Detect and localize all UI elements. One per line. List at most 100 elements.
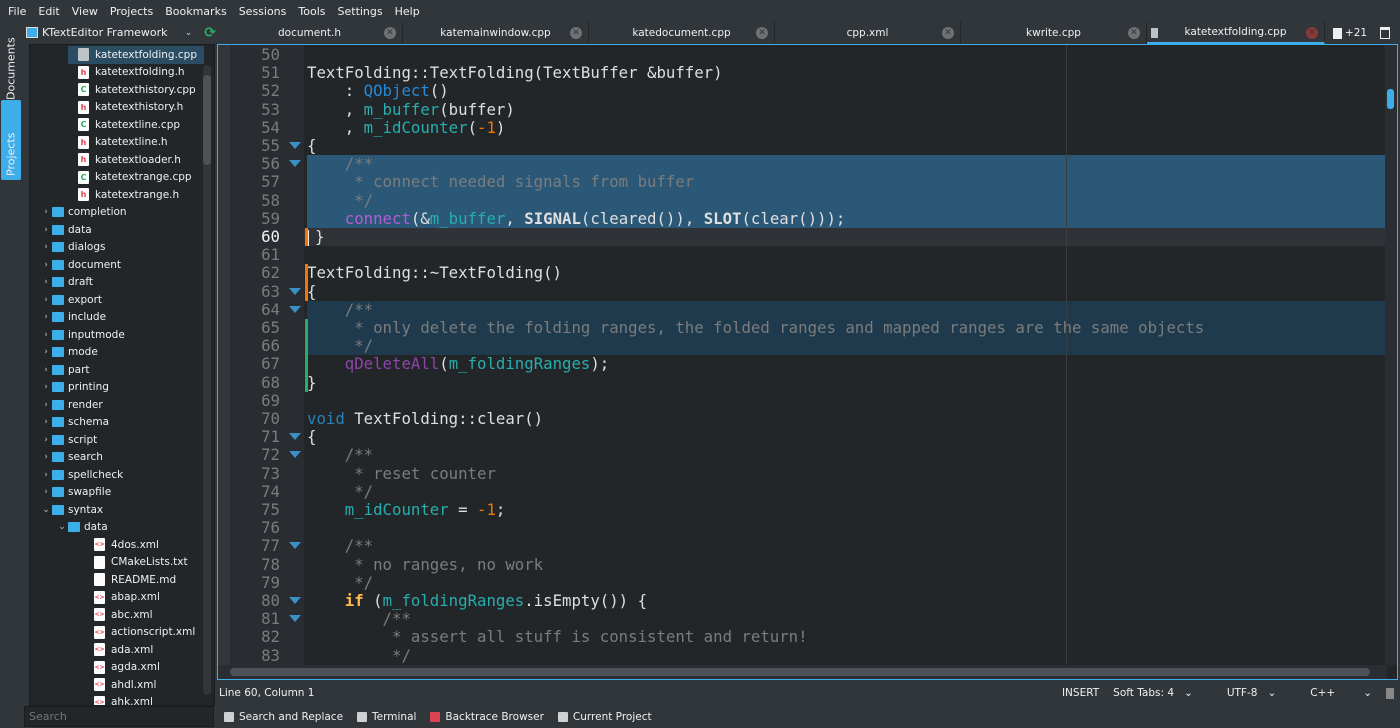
tree-file[interactable]: <> ahk.xml xyxy=(84,694,153,705)
tree-folder[interactable]: › mode xyxy=(40,344,98,362)
indent-selector[interactable]: Soft Tabs: 4 ⌄ xyxy=(1113,687,1193,699)
tab-cpp-xml[interactable]: cpp.xml ✕ xyxy=(775,22,961,44)
tree-folder[interactable]: › data xyxy=(40,221,91,239)
tree-file[interactable]: h katetexthistory.h xyxy=(68,99,183,117)
vertical-scrollbar-thumb[interactable] xyxy=(1387,89,1394,109)
fold-arrow-icon[interactable] xyxy=(289,615,301,623)
tree-file[interactable]: <> 4dos.xml xyxy=(84,536,159,554)
toolview-search-and-replace[interactable]: Search and Replace xyxy=(224,711,343,723)
tree-file[interactable]: h katetextloader.h xyxy=(68,151,181,169)
fold-arrow-icon[interactable] xyxy=(289,142,301,149)
chevron-right-icon[interactable]: › xyxy=(40,487,52,497)
tree-folder[interactable]: › render xyxy=(40,396,102,414)
tree-file[interactable]: <> agda.xml xyxy=(84,659,160,677)
tree-folder[interactable]: › completion xyxy=(40,204,126,222)
tree-folder[interactable]: › export xyxy=(40,291,102,309)
vertical-scrollbar[interactable] xyxy=(1385,45,1397,665)
chevron-right-icon[interactable]: › xyxy=(40,400,52,410)
chevron-down-icon[interactable]: ⌄ xyxy=(185,28,193,38)
tree-folder[interactable]: › swapfile xyxy=(40,484,111,502)
tree-folder[interactable]: › inputmode xyxy=(40,326,125,344)
menu-tools[interactable]: Tools xyxy=(292,5,331,18)
tree-file[interactable]: katetextfolding.cpp xyxy=(68,46,204,64)
chevron-right-icon[interactable]: › xyxy=(40,382,52,392)
tree-file[interactable]: <> ada.xml xyxy=(84,641,153,659)
fold-arrow-icon[interactable] xyxy=(289,433,301,441)
tree-file[interactable]: <> actionscript.xml xyxy=(84,624,195,642)
tree-scrollbar-thumb[interactable] xyxy=(203,75,211,165)
chevron-right-icon[interactable]: › xyxy=(40,365,52,375)
chevron-right-icon[interactable]: › xyxy=(40,452,52,462)
project-selector[interactable]: KTextEditor Framework ⌄ ⟳ xyxy=(22,22,216,43)
menu-settings[interactable]: Settings xyxy=(332,5,389,18)
chevron-right-icon[interactable]: › xyxy=(40,225,52,235)
chevron-right-icon[interactable]: › xyxy=(40,435,52,445)
refresh-icon[interactable]: ⟳ xyxy=(204,25,216,41)
tab-katedocument-cpp[interactable]: katedocument.cpp ✕ xyxy=(589,22,775,44)
menu-bookmarks[interactable]: Bookmarks xyxy=(159,5,232,18)
fold-arrow-icon[interactable] xyxy=(289,597,301,604)
toolview-current-project[interactable]: Current Project xyxy=(557,711,652,723)
tree-folder[interactable]: ⌄ data xyxy=(56,519,107,537)
tree-file[interactable]: Ckatetexthistory.cpp xyxy=(68,81,196,99)
menu-help[interactable]: Help xyxy=(389,5,426,18)
menu-edit[interactable]: Edit xyxy=(32,5,65,18)
menu-projects[interactable]: Projects xyxy=(104,5,159,18)
menu-sessions[interactable]: Sessions xyxy=(233,5,293,18)
tab-kwrite-cpp[interactable]: kwrite.cpp ✕ xyxy=(961,22,1147,44)
search-input[interactable] xyxy=(24,706,214,727)
fold-arrow-icon[interactable] xyxy=(289,305,301,313)
tree-file[interactable]: <> ahdl.xml xyxy=(84,676,156,694)
tree-folder[interactable]: › search xyxy=(40,449,103,467)
chevron-down-icon[interactable]: ⌄ xyxy=(40,505,52,515)
tree-file[interactable]: <> abc.xml xyxy=(84,606,153,624)
tree-file[interactable]: CMakeLists.txt xyxy=(84,554,188,572)
tree-file[interactable]: <> abap.xml xyxy=(84,589,160,607)
horizontal-scrollbar[interactable] xyxy=(218,665,1387,679)
tree-folder[interactable]: › part xyxy=(40,361,89,379)
toolview-backtrace-browser[interactable]: Backtrace Browser xyxy=(430,711,544,723)
tab-katemainwindow-cpp[interactable]: katemainwindow.cpp ✕ xyxy=(403,22,589,44)
close-icon[interactable]: ✕ xyxy=(384,27,396,39)
tree-file[interactable]: h katetextfolding.h xyxy=(68,64,185,82)
tree-folder[interactable]: › script xyxy=(40,431,97,449)
encoding-selector[interactable]: UTF-8 ⌄ xyxy=(1227,687,1276,699)
syntax-selector[interactable]: C++ ⌄ xyxy=(1310,687,1372,699)
tree-folder[interactable]: › include xyxy=(40,309,106,327)
chevron-right-icon[interactable]: › xyxy=(40,312,52,322)
tree-folder[interactable]: › printing xyxy=(40,379,109,397)
code-editor[interactable]: 50 51 52 53 54 55 56 57 58 59 60 61 62 63 64 65 66 67 68 69… xyxy=(217,44,1398,680)
fold-arrow-icon[interactable] xyxy=(289,451,301,459)
more-tabs-button[interactable]: +21 xyxy=(1325,22,1375,44)
tree-file[interactable]: Ckatetextrange.cpp xyxy=(68,169,192,187)
toolview-terminal[interactable]: Terminal xyxy=(357,711,416,723)
fold-arrow-icon[interactable] xyxy=(289,287,301,295)
tab-katetextfolding-cpp[interactable]: katetextfolding.cpp ✕ xyxy=(1147,22,1325,44)
tree-folder[interactable]: › schema xyxy=(40,414,109,432)
menu-view[interactable]: View xyxy=(66,5,104,18)
chevron-right-icon[interactable]: › xyxy=(40,347,52,357)
tree-folder[interactable]: › dialogs xyxy=(40,239,105,257)
chevron-right-icon[interactable]: › xyxy=(40,417,52,427)
fold-arrow-icon[interactable] xyxy=(289,160,301,168)
tree-file[interactable]: h katetextrange.h xyxy=(68,186,179,204)
horizontal-scrollbar-thumb[interactable] xyxy=(230,668,1370,676)
close-icon[interactable]: ✕ xyxy=(942,27,954,39)
chevron-right-icon[interactable]: › xyxy=(40,470,52,480)
close-icon[interactable]: ✕ xyxy=(756,27,768,39)
tab-projects[interactable]: Projects xyxy=(1,100,21,180)
tree-file[interactable]: README.md xyxy=(84,571,176,589)
chevron-right-icon[interactable]: › xyxy=(40,277,52,287)
input-mode[interactable]: INSERT xyxy=(1062,687,1099,699)
chevron-down-icon[interactable]: ⌄ xyxy=(56,522,68,532)
tab-documents[interactable]: Documents xyxy=(1,26,21,104)
tab-document-h[interactable]: document.h ✕ xyxy=(217,22,403,44)
split-view-button[interactable] xyxy=(1375,22,1395,44)
tree-folder[interactable]: › draft xyxy=(40,274,93,292)
tree-file[interactable]: Ckatetextline.cpp xyxy=(68,116,180,134)
chevron-right-icon[interactable]: › xyxy=(40,330,52,340)
tree-folder[interactable]: › document xyxy=(40,256,121,274)
menu-file[interactable]: File xyxy=(2,5,32,18)
tree-file[interactable]: h katetextline.h xyxy=(68,134,168,152)
close-icon[interactable]: ✕ xyxy=(570,27,582,39)
